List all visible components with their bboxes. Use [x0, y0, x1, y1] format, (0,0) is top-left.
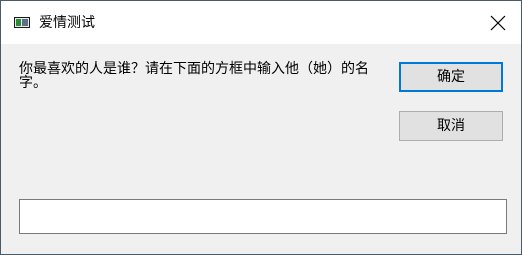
input-dialog-window: 爱情测试 你最喜欢的人是谁？请在下面的方框中输入他（她）的名字。 确定 取消 [0, 0, 522, 255]
ok-button[interactable]: 确定 [399, 62, 503, 92]
cancel-button[interactable]: 取消 [399, 111, 503, 141]
close-icon [490, 15, 506, 31]
app-icon-left-pane [16, 19, 21, 26]
title-bar[interactable]: 爱情测试 [1, 1, 521, 44]
app-window-icon [14, 17, 30, 28]
close-button[interactable] [475, 1, 521, 44]
app-icon-right-pane [22, 19, 28, 26]
name-input[interactable] [19, 199, 507, 234]
prompt-text: 你最喜欢的人是谁？请在下面的方框中输入他（她）的名字。 [19, 61, 369, 91]
window-title: 爱情测试 [39, 15, 95, 31]
